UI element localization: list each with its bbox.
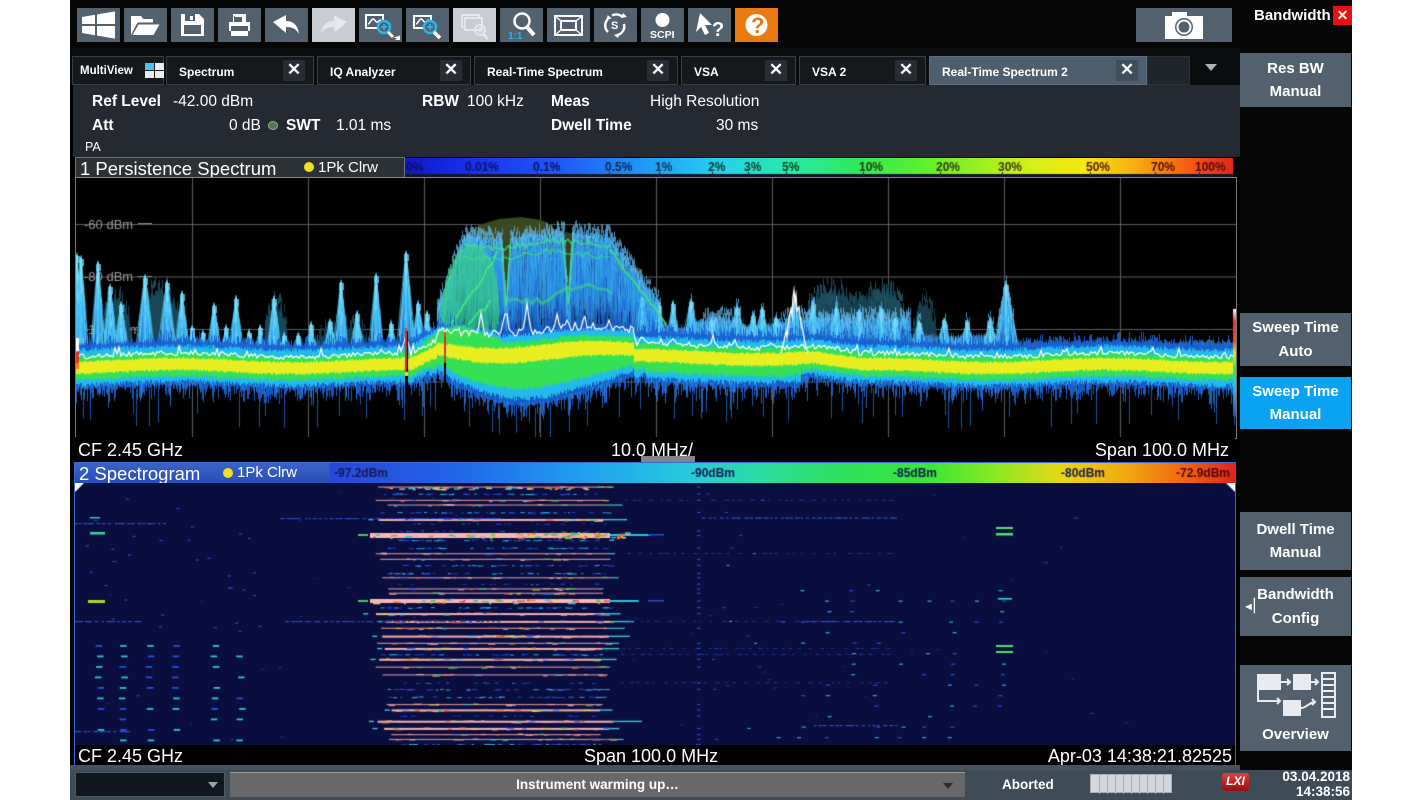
svg-text:S: S — [611, 20, 618, 32]
svg-text:SCPI: SCPI — [650, 29, 675, 41]
svg-text:?: ? — [751, 13, 764, 38]
svg-text:1:1: 1:1 — [508, 31, 523, 42]
svg-text:?: ? — [712, 19, 724, 41]
